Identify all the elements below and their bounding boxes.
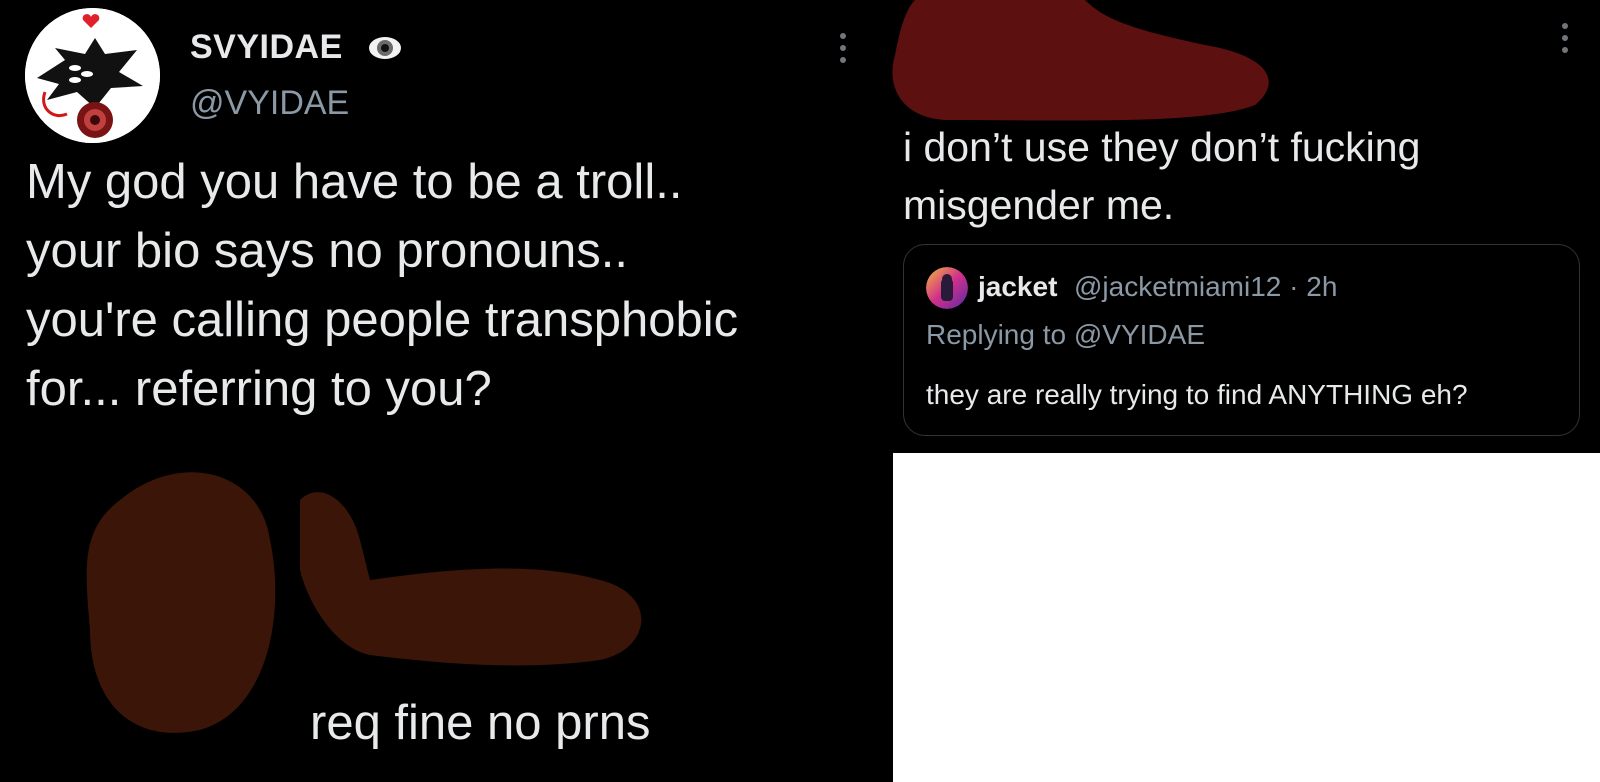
tweet-text-line: My god you have to be a troll.. bbox=[26, 155, 683, 209]
avatar-art bbox=[25, 8, 160, 143]
quoted-time[interactable]: 2h bbox=[1306, 271, 1337, 302]
reply-text-line: i don’t use they don’t fucking bbox=[903, 124, 1421, 170]
tweet-text-line: your bio says no pronouns.. bbox=[26, 224, 628, 278]
quoted-tweet-card[interactable]: jacket @jacketmiami12 · 2h Replying to @… bbox=[903, 244, 1580, 436]
replying-to: Replying to @VYIDAE bbox=[926, 319, 1205, 350]
eye-icon bbox=[368, 36, 402, 65]
display-name[interactable]: SVYIDAE bbox=[190, 28, 343, 67]
meta-separator: · bbox=[1289, 271, 1299, 302]
tweet-text-line: for... referring to you? bbox=[26, 362, 492, 416]
user-handle[interactable]: @VYIDAE bbox=[190, 84, 349, 123]
tweet-text: My god you have to be a troll.. your bio… bbox=[26, 148, 876, 424]
quoted-text: they are really trying to find ANYTHING … bbox=[926, 379, 1468, 410]
redaction-scribble bbox=[892, 0, 1269, 121]
avatar[interactable] bbox=[25, 8, 160, 143]
more-options-icon[interactable] bbox=[1560, 23, 1570, 63]
reply-text: i don’t use they don’t fucking misgender… bbox=[903, 118, 1420, 234]
quoted-name[interactable]: jacket bbox=[978, 271, 1057, 303]
tweet-text-line: you're calling people transphobic bbox=[26, 293, 739, 347]
reply-text-line: misgender me. bbox=[903, 182, 1175, 228]
quoted-meta: @jacketmiami12 · 2h bbox=[1074, 271, 1337, 303]
profile-bio-fragment: req fine no prns bbox=[310, 696, 651, 750]
quoted-handle[interactable]: @jacketmiami12 bbox=[1074, 271, 1281, 302]
more-options-icon[interactable] bbox=[838, 33, 848, 73]
quoted-avatar[interactable] bbox=[926, 267, 968, 309]
